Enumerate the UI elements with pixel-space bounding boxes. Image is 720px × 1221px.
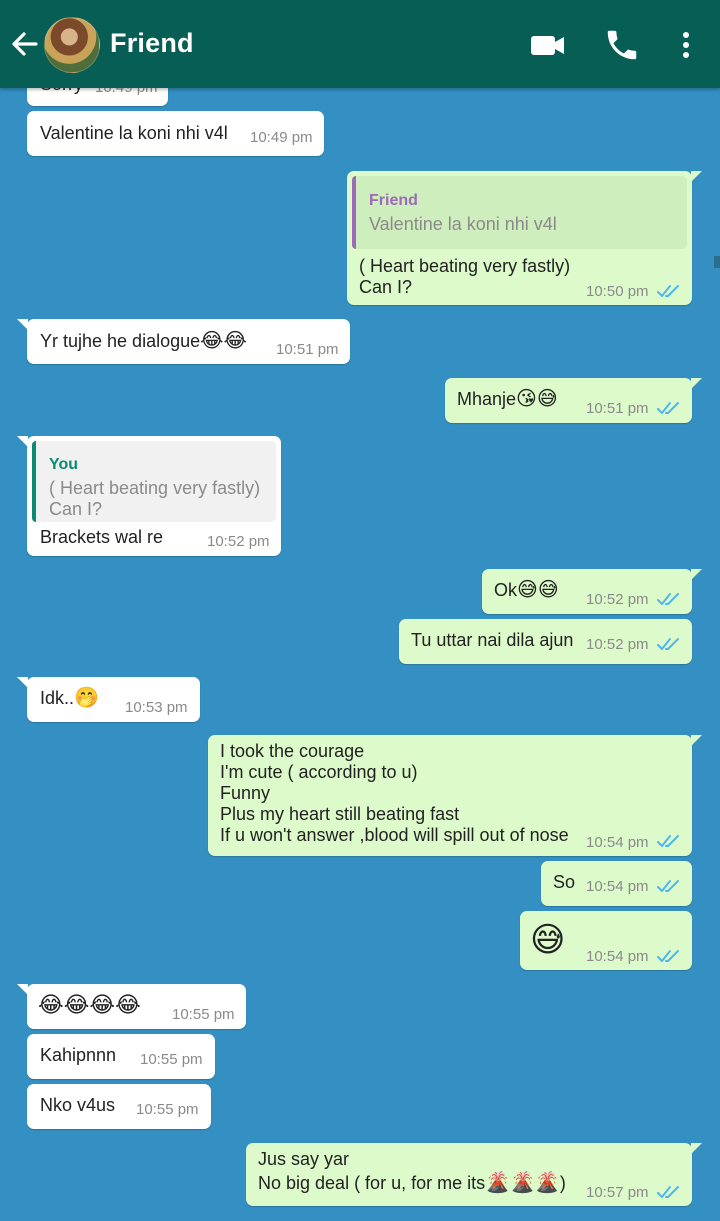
more-options-button[interactable] (674, 26, 698, 64)
message-text-row: Mhanje😘😅 (457, 389, 558, 410)
quote-bar (352, 176, 356, 249)
message-time: 10:52 pm (586, 636, 649, 653)
quote-sender: Friend (369, 192, 418, 209)
quoted-message[interactable]: You ( Heart beating very fastly) Can I? (32, 441, 276, 522)
read-receipt-icon (657, 638, 679, 650)
message-text: Jus say yar (258, 1149, 350, 1169)
message-incoming[interactable]: Nko v4us 10:55 pm (27, 1084, 211, 1129)
quote-text: ( Heart beating very fastly) Can I? (49, 478, 261, 519)
read-receipt-icon (657, 950, 679, 962)
more-vertical-icon (683, 32, 689, 58)
video-call-button[interactable] (528, 26, 568, 64)
quote-sender: You (49, 456, 79, 473)
quote-bar (32, 441, 36, 522)
emoji: 😅 (530, 921, 566, 959)
message-time: 10:52 pm (586, 591, 649, 608)
read-receipt-icon (657, 593, 679, 605)
message-text-row: Ok😅😅 (494, 580, 559, 601)
message-outgoing[interactable]: Ok😅😅 10:52 pm (482, 569, 702, 614)
arrow-left-icon (12, 32, 38, 56)
voice-call-button[interactable] (602, 26, 642, 64)
message-time: 10:55 pm (136, 1101, 199, 1118)
message-text: Kahipnnn (40, 1045, 117, 1065)
message-text: Valentine la koni nhi v4l (40, 123, 228, 143)
message-text: ( Heart beating very fastly) Can I? (359, 256, 571, 297)
message-outgoing[interactable]: 😅 10:54 pm (520, 911, 692, 970)
message-time: 10:54 pm (586, 948, 649, 965)
quote-text: Valentine la koni nhi v4l (369, 214, 557, 234)
message-text-row: Idk..🤭 (40, 688, 99, 709)
message-incoming[interactable]: 😂😂😂😂 10:55 pm (17, 984, 246, 1029)
message-text: I took the courage I'm cute ( according … (220, 741, 569, 845)
emoji: 😂😂 (200, 330, 247, 352)
read-receipt-icon (657, 285, 679, 297)
message-time: 10:55 pm (140, 1051, 203, 1068)
message-time: 10:54 pm (586, 878, 649, 895)
read-receipt-icon (657, 880, 679, 892)
video-camera-icon (531, 36, 564, 55)
message-time: 10:53 pm (125, 699, 188, 716)
emoji: 🌋🌋🌋 (485, 1172, 560, 1194)
message-time: 10:51 pm (276, 341, 339, 358)
message-incoming[interactable]: Yr tujhe he dialogue😂😂 10:51 pm (17, 319, 350, 364)
contact-avatar[interactable] (44, 17, 100, 73)
message-text: Idk.. (40, 688, 75, 708)
message-text: Yr tujhe he dialogue (40, 331, 201, 351)
message-incoming[interactable]: Idk..🤭 10:53 pm (17, 677, 200, 722)
read-receipt-icon (657, 1186, 679, 1198)
message-outgoing[interactable]: Friend Valentine la koni nhi v4l ( Heart… (347, 171, 702, 305)
message-text: So (553, 872, 576, 892)
message-outgoing[interactable]: Tu uttar nai dila ajun 10:52 pm (399, 619, 692, 664)
message-time: 10:51 pm (586, 400, 649, 417)
message-time: 10:52 pm (207, 533, 270, 550)
message-text: No big deal ( for u, for me its (258, 1173, 486, 1193)
message-text-row: Yr tujhe he dialogue😂😂 (40, 331, 247, 352)
emoji: 🤭 (74, 687, 99, 709)
read-receipt-icon (657, 402, 679, 414)
message-text: Tu uttar nai dila ajun (411, 630, 574, 650)
phone-icon (607, 30, 637, 60)
message-text: Brackets wal re (40, 527, 164, 547)
message-incoming[interactable]: Kahipnnn 10:55 pm (27, 1034, 215, 1079)
message-text-row: 😂😂😂😂 (38, 994, 141, 1017)
chat-header: Friend (0, 0, 720, 88)
message-time: 10:49 pm (250, 129, 313, 146)
scroll-indicator[interactable] (714, 256, 720, 268)
back-button[interactable] (8, 24, 44, 64)
message-outgoing[interactable]: So 10:54 pm (541, 861, 692, 906)
message-time: 10:57 pm (586, 1184, 649, 1201)
message-incoming[interactable]: Valentine la koni nhi v4l 10:49 pm (27, 111, 324, 156)
emoji: 😂😂😂😂 (38, 992, 141, 1017)
message-outgoing[interactable]: Jus say yar No big deal ( for u, for me … (246, 1143, 702, 1206)
contact-name[interactable]: Friend (110, 28, 194, 59)
emoji: 😅😅 (517, 579, 559, 601)
message-incoming[interactable]: You ( Heart beating very fastly) Can I? … (17, 436, 281, 556)
message-text: ) (559, 1173, 566, 1193)
message-text-row: No big deal ( for u, for me its🌋🌋🌋) (258, 1173, 566, 1194)
message-text: Ok (494, 580, 518, 600)
message-time: 10:54 pm (586, 834, 649, 851)
message-text: Nko v4us (40, 1095, 116, 1115)
message-outgoing[interactable]: Mhanje😘😅 10:51 pm (445, 378, 702, 423)
read-receipt-icon (657, 835, 679, 847)
message-time: 10:50 pm (586, 283, 649, 300)
message-outgoing[interactable]: I took the courage I'm cute ( according … (208, 735, 702, 856)
message-time: 10:55 pm (172, 1006, 235, 1023)
emoji: 😘😅 (516, 388, 558, 410)
quoted-message[interactable]: Friend Valentine la koni nhi v4l (352, 176, 687, 249)
message-text: Mhanje (457, 389, 517, 409)
